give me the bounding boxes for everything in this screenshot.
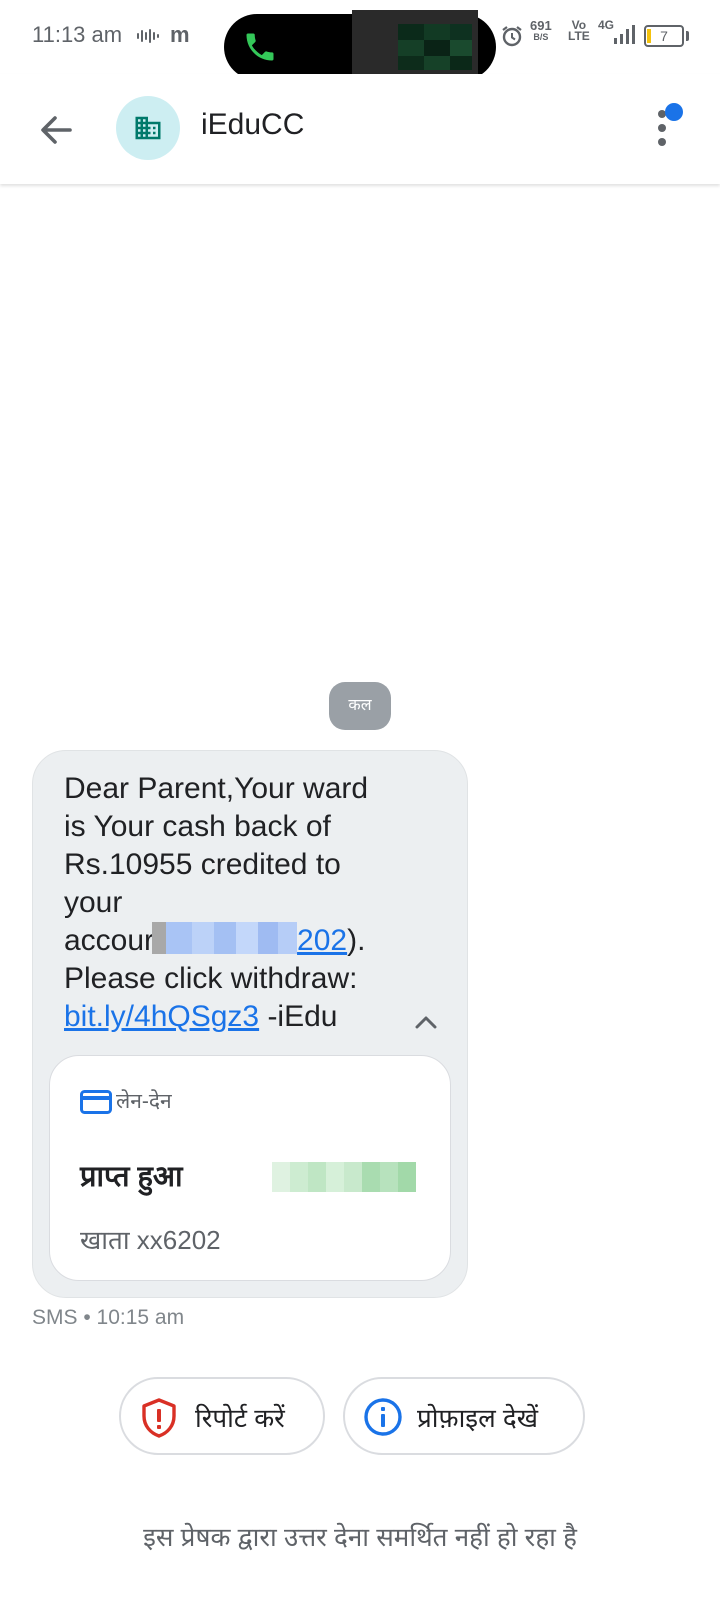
signal-icon: [614, 25, 635, 44]
net-speed-value: 691: [530, 18, 552, 33]
more-vert-icon[interactable]: [650, 96, 700, 166]
withdraw-link[interactable]: bit.ly/4hQSgz3: [64, 1000, 259, 1033]
message-line: your: [64, 886, 123, 919]
credit-card-icon: [80, 1090, 112, 1114]
transaction-status: प्राप्त हुआ: [80, 1161, 183, 1193]
date-chip: कल: [329, 682, 391, 730]
report-label: रिपोर्ट करें: [195, 1403, 285, 1433]
reply-not-supported-note: इस प्रेषक द्वारा उत्तर देना समर्थित नहीं…: [143, 1522, 577, 1552]
redacted-region: [352, 10, 478, 82]
message-line: is Your cash back of: [64, 810, 331, 843]
notification-dot: [665, 103, 683, 121]
report-shield-icon: [142, 1398, 176, 1438]
battery-level: 7: [660, 28, 668, 44]
profile-label: प्रोफ़ाइल देखें: [417, 1403, 538, 1433]
message-fragment: -iEdu: [259, 1000, 338, 1033]
carrier-glyph: m: [170, 22, 190, 47]
back-arrow-icon[interactable]: [28, 102, 84, 158]
message-fragment: accour: [64, 924, 155, 957]
business-icon: [135, 116, 161, 140]
voice-wave-icon: [137, 29, 159, 43]
transaction-card[interactable]: लेन-देन प्राप्त हुआ खाता xx6202: [49, 1055, 451, 1281]
message-line: Rs.10955 credited to: [64, 848, 341, 881]
redacted-account: [152, 922, 298, 954]
avatar[interactable]: [116, 96, 180, 160]
app-bar: iEduCC: [0, 74, 720, 184]
message-line: accour 202).: [64, 922, 404, 960]
message-line: bit.ly/4hQSgz3 -iEdu: [64, 998, 404, 1036]
net-speed-unit: B/S: [533, 32, 549, 42]
message-line: Please click withdraw:: [64, 962, 358, 995]
view-profile-button[interactable]: प्रोफ़ाइल देखें: [343, 1377, 585, 1455]
conversation-title: iEduCC: [201, 108, 305, 141]
transaction-account: खाता xx6202: [80, 1225, 221, 1255]
message-meta: SMS • 10:15 am: [32, 1306, 185, 1329]
message-line: Dear Parent,Your ward: [64, 772, 369, 805]
battery-icon: 7: [644, 25, 684, 47]
transaction-category: लेन-देन: [116, 1090, 172, 1113]
account-link-tail[interactable]: 202: [297, 924, 347, 957]
report-button[interactable]: रिपोर्ट करें: [119, 1377, 325, 1455]
message-text: Dear Parent,Your ward is Your cash back …: [64, 770, 404, 1036]
redacted-amount: [272, 1162, 416, 1192]
alarm-icon: [502, 26, 522, 47]
message-fragment: ).: [347, 924, 366, 957]
info-icon: [364, 1398, 402, 1436]
status-bar: 11:13 am m 691 B/S Vo LTE 4G 7: [0, 0, 720, 82]
volte-bottom: LTE: [568, 29, 590, 43]
chevron-up-icon[interactable]: [408, 1004, 444, 1040]
phone-call-icon: [246, 33, 274, 61]
status-time: 11:13 am: [32, 22, 123, 47]
